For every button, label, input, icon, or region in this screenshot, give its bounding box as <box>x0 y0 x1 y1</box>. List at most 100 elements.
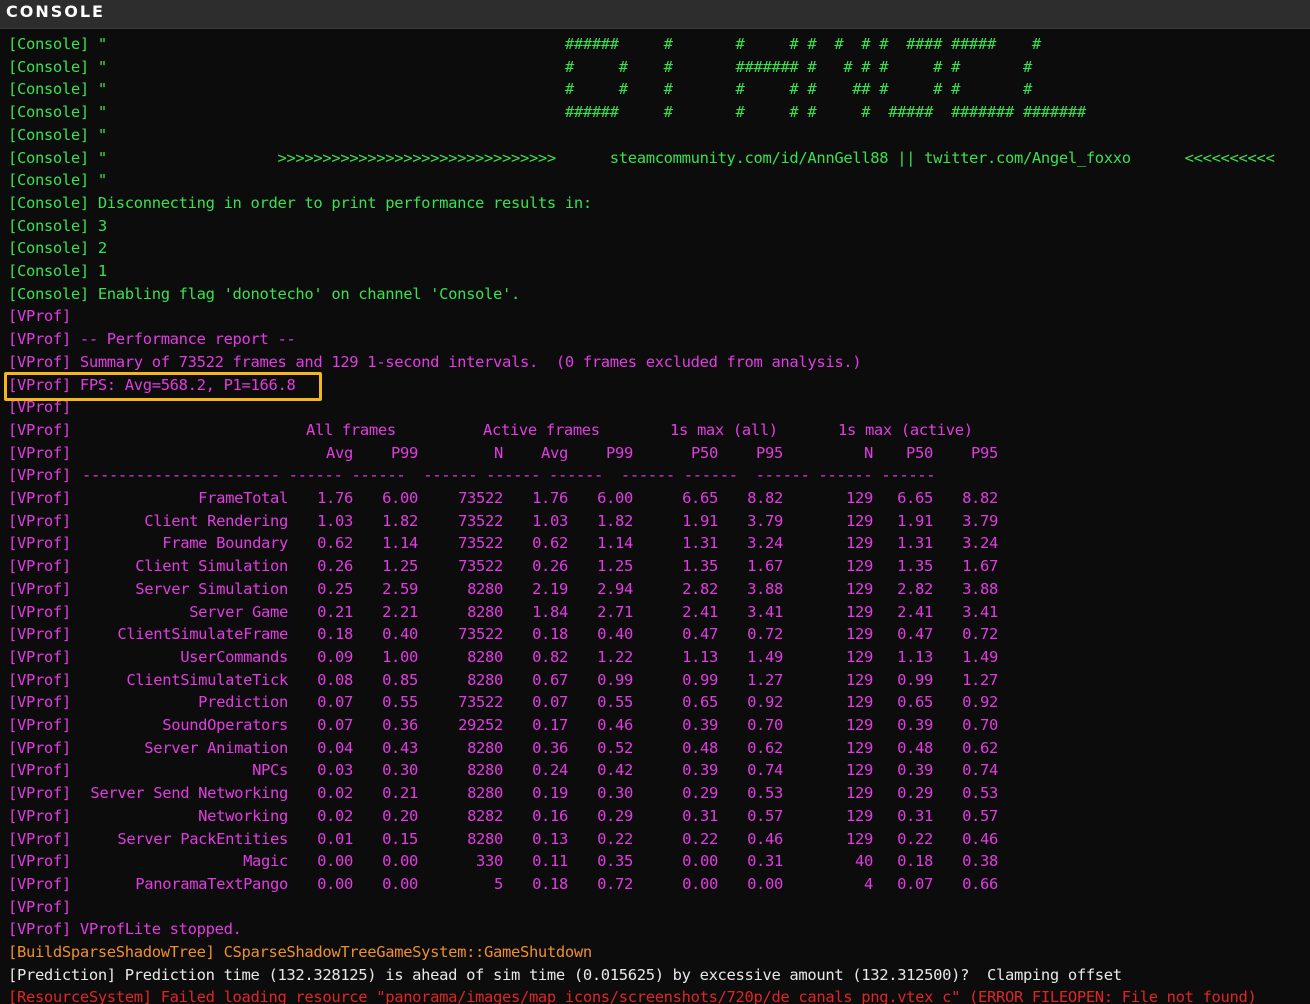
column-header: P99 <box>391 443 418 462</box>
cell-value: 0.53 <box>962 784 998 803</box>
row-name: Client Simulation <box>135 557 288 576</box>
cell-value: 0.00 <box>382 874 418 893</box>
cell-value: 2.41 <box>897 602 933 621</box>
cell-value: 2.82 <box>682 579 718 598</box>
cell-value: 3.88 <box>747 579 783 598</box>
row-name: NPCs <box>252 761 288 780</box>
cell-value: 0.62 <box>532 534 568 553</box>
cell-value: 0.65 <box>897 693 933 712</box>
cell-value: 1.49 <box>747 647 783 666</box>
group-header: 1s max (active) <box>838 420 973 439</box>
log-tag: [VProf] <box>8 738 71 757</box>
cell-value: 8282 <box>467 806 503 825</box>
group-header: 1s max (all) <box>670 420 778 439</box>
cell-value: 73522 <box>458 557 503 576</box>
log-tag: [VProf] <box>8 852 71 871</box>
cell-value: 1.35 <box>897 557 933 576</box>
cell-value: 0.67 <box>532 670 568 689</box>
cell-value: 0.00 <box>317 874 353 893</box>
console-log-line: [Console] 3 <box>8 215 107 237</box>
cell-value: 0.48 <box>682 738 718 757</box>
log-text: Summary of 73522 frames and 129 1-second… <box>70 352 862 371</box>
console-log-line: [Console] " # # # # # # ## # # # # <box>8 78 1032 100</box>
cell-value: 0.72 <box>597 874 633 893</box>
cell-value: 1.82 <box>382 511 418 530</box>
cell-value: 0.42 <box>597 761 633 780</box>
fps-highlight-box <box>4 372 322 401</box>
cell-value: 0.31 <box>747 852 783 871</box>
cell-value: 0.43 <box>382 738 418 757</box>
log-tag: [Console] <box>8 125 89 144</box>
cell-value: 0.36 <box>532 738 568 757</box>
cell-value: 1.03 <box>532 511 568 530</box>
console-log-line: [Console] " >>>>>>>>>>>>>>>>>>>>>>>>>>>>… <box>8 147 1275 169</box>
console-log-line: [Console] 1 <box>8 260 107 282</box>
log-tag: [VProf] <box>8 829 71 848</box>
group-header: All frames <box>306 420 396 439</box>
console-log-line: [Console] 2 <box>8 237 107 259</box>
cell-value: 1.27 <box>962 670 998 689</box>
cell-value: 0.92 <box>747 693 783 712</box>
cell-value: 0.31 <box>682 806 718 825</box>
cell-value: 8280 <box>467 784 503 803</box>
log-text: " <box>88 125 107 144</box>
log-tag: [Console] <box>8 57 89 76</box>
column-header: Avg <box>541 443 568 462</box>
cell-value: 0.62 <box>962 738 998 757</box>
cell-value: 0.18 <box>317 625 353 644</box>
column-header: N <box>494 443 503 462</box>
log-tag: [VProf] <box>8 874 71 893</box>
console-scrollbar[interactable] <box>1304 29 1310 1004</box>
cell-value: 0.02 <box>317 806 353 825</box>
row-name: Networking <box>198 806 288 825</box>
cell-value: 0.55 <box>597 693 633 712</box>
cell-value: 0.22 <box>897 829 933 848</box>
row-name: SoundOperators <box>162 716 288 734</box>
row-name: Prediction <box>198 693 288 712</box>
cell-value: 3.79 <box>747 511 783 530</box>
console-output[interactable]: [Console] " ###### # # # # # # # #### ##… <box>0 29 1310 1004</box>
footer-log-line: [ResourceSystem] Failed loading resource… <box>8 986 1257 1004</box>
separator-text: ---------------------- ------ ------ ---… <box>82 466 936 485</box>
cell-value: 0.17 <box>532 716 568 734</box>
cell-value: 3.41 <box>747 602 783 621</box>
cell-value: 0.02 <box>317 784 353 803</box>
cell-value: 8280 <box>467 738 503 757</box>
cell-value: 0.47 <box>682 625 718 644</box>
cell-value: 0.48 <box>897 738 933 757</box>
cell-value: 0.38 <box>962 852 998 871</box>
cell-value: 29252 <box>458 716 503 734</box>
cell-value: 1.31 <box>897 534 933 553</box>
cell-value: 0.30 <box>597 784 633 803</box>
row-name: Client Rendering <box>144 511 288 530</box>
cell-value: 0.11 <box>532 852 568 871</box>
cell-value: 0.62 <box>747 738 783 757</box>
footer-log-line: [VProf] <box>8 896 71 918</box>
log-text: " ###### # # # # # ##### ####### ####### <box>88 103 1086 122</box>
cell-value: 0.29 <box>682 784 718 803</box>
cell-value: 0.40 <box>597 625 633 644</box>
group-header: Active frames <box>483 420 600 439</box>
row-name: UserCommands <box>180 647 288 666</box>
log-tag: [VProf] <box>8 693 71 712</box>
cell-value: 0.40 <box>382 625 418 644</box>
cell-value: 0.18 <box>897 852 933 871</box>
cell-value: 0.29 <box>597 806 633 825</box>
log-tag: [VProf] <box>8 579 71 598</box>
cell-value: 0.39 <box>897 716 933 734</box>
cell-value: 0.35 <box>597 852 633 871</box>
cell-value: 2.21 <box>382 602 418 621</box>
log-text: Enabling flag 'donotecho' on channel 'Co… <box>88 284 521 303</box>
cell-value: 8.82 <box>962 489 998 507</box>
log-tag: [Console] <box>8 148 89 167</box>
column-header: P50 <box>691 443 718 462</box>
cell-value: 3.88 <box>962 579 998 598</box>
cell-value: 0.82 <box>532 647 568 666</box>
cell-value: 0.07 <box>897 874 933 893</box>
console-title-bar: CONSOLE <box>0 0 1310 29</box>
cell-value: 6.65 <box>682 489 718 507</box>
cell-value: 8280 <box>467 602 503 621</box>
log-text: 2 <box>88 239 107 258</box>
console-log-line: [Console] " <box>8 124 107 146</box>
vprof-log-line: [VProf] Summary of 73522 frames and 129 … <box>8 351 862 373</box>
